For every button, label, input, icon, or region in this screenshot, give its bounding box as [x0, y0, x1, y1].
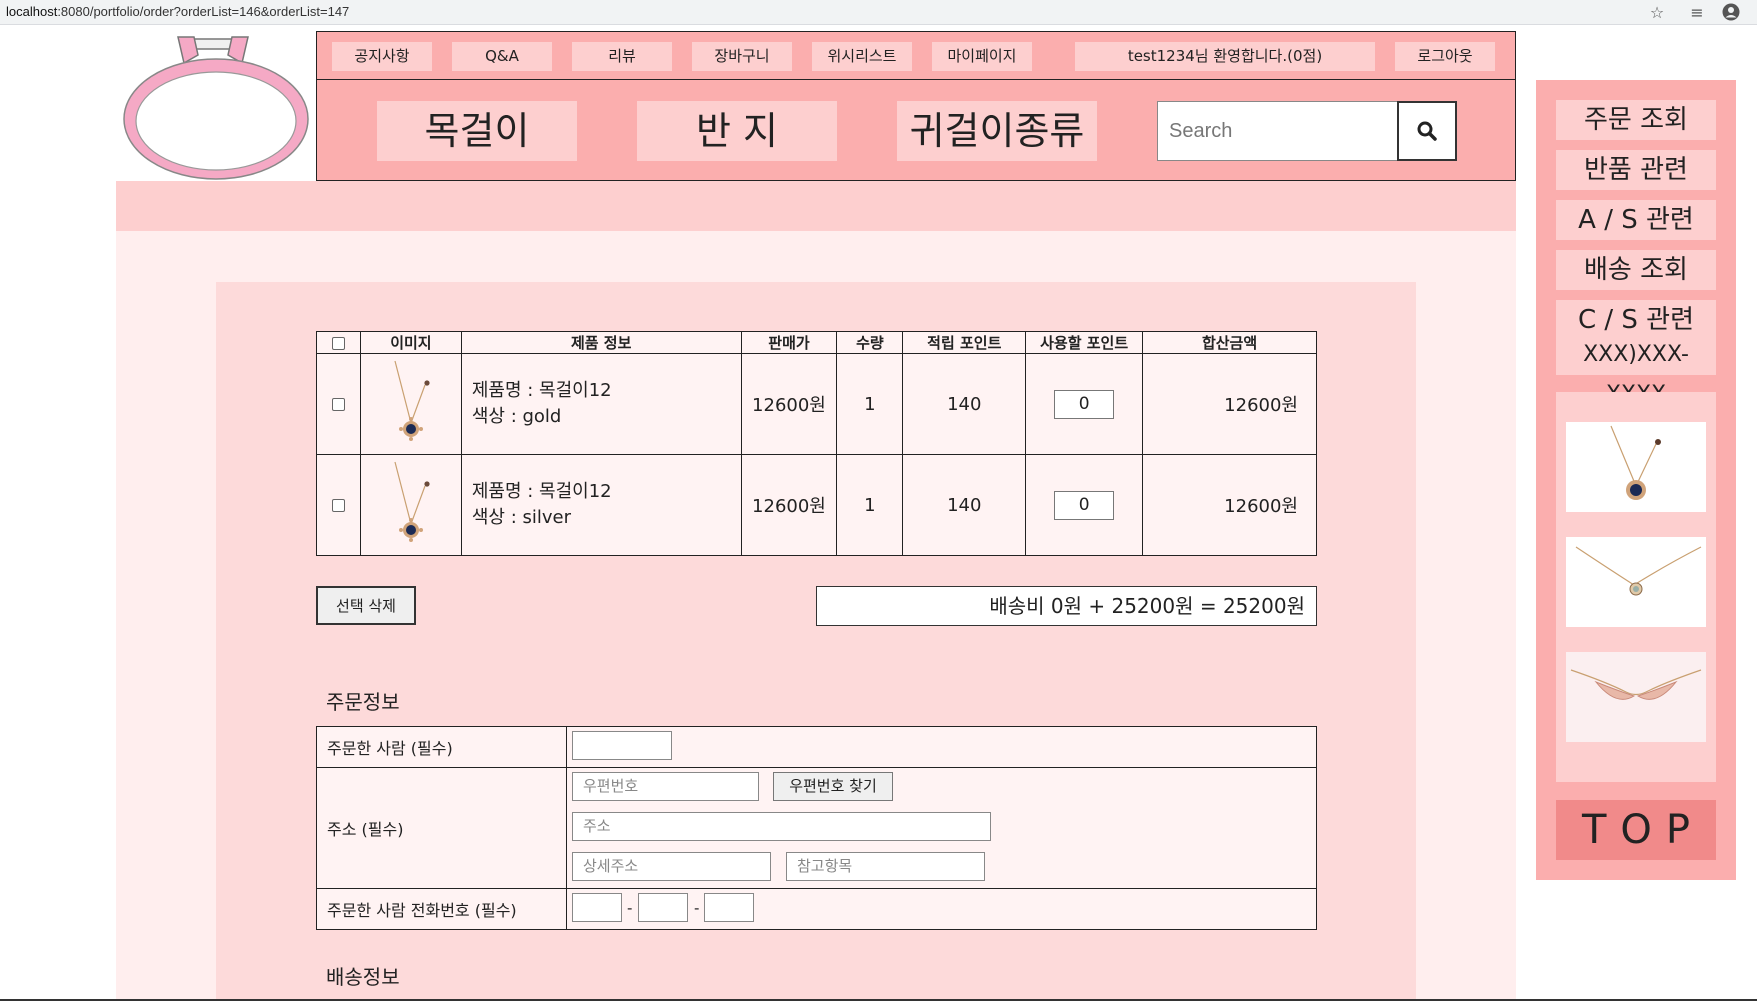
search-bar: [1157, 101, 1457, 161]
recent-product-thumb[interactable]: [1566, 652, 1706, 742]
delete-selected-button[interactable]: 선택 삭제: [316, 586, 416, 625]
nav-review[interactable]: 리뷰: [572, 42, 672, 71]
recent-product-thumb[interactable]: [1566, 422, 1706, 512]
col-total: 합산금액: [1142, 331, 1317, 354]
nav-qna[interactable]: Q&A: [452, 42, 552, 71]
url-host: localhost: [6, 4, 58, 19]
logout-button[interactable]: 로그아웃: [1395, 42, 1495, 71]
scroll-top-button[interactable]: TOP: [1556, 800, 1716, 860]
phone-part2-input[interactable]: [638, 893, 688, 922]
detail-address-input[interactable]: 상세주소: [572, 852, 771, 881]
phone-separator: -: [694, 899, 700, 917]
sidebar-item-order-lookup[interactable]: 주문 조회: [1556, 100, 1716, 140]
recent-product-thumb[interactable]: [1566, 537, 1706, 627]
address-input[interactable]: 주소: [572, 812, 991, 841]
form-row-phone: 주문한 사람 전화번호 (필수): [316, 888, 1317, 930]
product-info: 제품명 : 목걸이12 색상 : silver: [460, 454, 742, 556]
shipping-info-title: 배송정보: [326, 965, 400, 989]
phone-part1-input[interactable]: [572, 893, 622, 922]
order-total-summary: 배송비 0원 + 25200원 = 25200원: [816, 586, 1317, 626]
product-color: 색상 : silver: [471, 507, 571, 528]
col-product-info: 제품 정보: [460, 331, 742, 354]
row-select-cell: [316, 353, 361, 455]
top-nav: 공지사항 Q&A 리뷰 장바구니 위시리스트 마이페이지 test1234님 환…: [316, 31, 1516, 80]
row-select-cell: [316, 454, 361, 556]
find-postcode-button[interactable]: 우편번호 찾기: [773, 772, 893, 801]
col-image: 이미지: [359, 331, 462, 354]
url-text[interactable]: localhost:8080/portfolio/order?orderList…: [6, 4, 349, 19]
orderer-cell: [566, 726, 1317, 768]
product-qty: 1: [836, 353, 904, 455]
row-total: 12600원: [1142, 353, 1317, 455]
col-qty: 수량: [836, 331, 904, 354]
postcode-input[interactable]: 우편번호: [572, 772, 759, 801]
header-band: [116, 181, 1516, 231]
reading-list-icon[interactable]: ≡: [1687, 3, 1707, 23]
category-earring[interactable]: 귀걸이종류: [897, 101, 1097, 161]
product-image[interactable]: [359, 454, 462, 556]
table-row: 제품명 : 목걸이12 색상 : silver 12600원 1 140 0 1…: [316, 454, 1317, 556]
product-color: 색상 : gold: [471, 406, 562, 427]
orderer-name-input[interactable]: [572, 731, 672, 760]
use-points-input[interactable]: 0: [1054, 389, 1115, 419]
quick-sidebar: 주문 조회 반품 관련 A / S 관련 배송 조회 C / S 관련 XXX)…: [1536, 80, 1736, 880]
product-name: 제품명 : 목걸이12: [471, 380, 612, 401]
col-price: 판매가: [740, 331, 838, 354]
cart-table: 이미지 제품 정보 판매가 수량 적립 포인트 사용할 포인트 합산금액 제품명…: [316, 331, 1317, 556]
nav-wishlist[interactable]: 위시리스트: [812, 42, 912, 71]
product-image[interactable]: [359, 353, 462, 455]
form-row-orderer: 주문한 사람 (필수): [316, 726, 1317, 768]
welcome-text: test1234님 환영합니다.(0점): [1075, 42, 1375, 71]
sidebar-item-cs[interactable]: C / S 관련: [1556, 300, 1716, 340]
row-checkbox[interactable]: [331, 398, 345, 411]
nav-mypage[interactable]: 마이페이지: [932, 42, 1032, 71]
product-points: 140: [902, 454, 1027, 556]
col-use-points: 사용할 포인트: [1025, 331, 1144, 354]
use-points-cell: 0: [1025, 353, 1144, 455]
url-path: :8080/portfolio/order?orderList=146&orde…: [57, 4, 350, 19]
phone-label: 주문한 사람 전화번호 (필수): [316, 888, 567, 930]
category-ring[interactable]: 반 지: [637, 101, 837, 161]
category-nav: 목걸이 반 지 귀걸이종류: [316, 80, 1516, 181]
product-price: 12600원: [740, 454, 838, 556]
phone-separator: -: [627, 899, 633, 917]
product-info: 제품명 : 목걸이12 색상 : gold: [460, 353, 742, 455]
address-label: 주소 (필수): [316, 767, 567, 889]
row-checkbox[interactable]: [331, 499, 345, 512]
ring-logo[interactable]: [116, 33, 316, 183]
col-points: 적립 포인트: [902, 331, 1027, 354]
search-button[interactable]: [1397, 101, 1457, 161]
browser-address-bar[interactable]: localhost:8080/portfolio/order?orderList…: [0, 0, 1757, 25]
sidebar-item-returns[interactable]: 반품 관련: [1556, 150, 1716, 190]
bookmark-star-icon[interactable]: ☆: [1647, 3, 1667, 23]
extra-address-input[interactable]: 참고항목: [786, 852, 985, 881]
row-total: 12600원: [1142, 454, 1317, 556]
use-points-input[interactable]: 0: [1054, 490, 1115, 520]
orderer-label: 주문한 사람 (필수): [316, 726, 567, 768]
product-qty: 1: [836, 454, 904, 556]
nav-notice[interactable]: 공지사항: [332, 42, 432, 71]
nav-cart[interactable]: 장바구니: [692, 42, 792, 71]
table-row: 제품명 : 목걸이12 색상 : gold 12600원 1 140 0 126…: [316, 353, 1317, 455]
profile-icon[interactable]: [1721, 3, 1741, 23]
use-points-cell: 0: [1025, 454, 1144, 556]
sidebar-item-delivery[interactable]: 배송 조회: [1556, 250, 1716, 290]
select-all-checkbox[interactable]: [331, 336, 345, 350]
select-all-cell: [316, 331, 361, 354]
cs-phone: XXX)XXX-XXXX: [1556, 335, 1716, 407]
search-icon: [1417, 121, 1437, 141]
product-price: 12600원: [740, 353, 838, 455]
product-points: 140: [902, 353, 1027, 455]
sidebar-item-as[interactable]: A / S 관련: [1556, 200, 1716, 240]
order-info-title: 주문정보: [326, 690, 400, 714]
cart-header-row: 이미지 제품 정보 판매가 수량 적립 포인트 사용할 포인트 합산금액: [316, 331, 1317, 354]
search-input[interactable]: [1157, 101, 1398, 161]
phone-part3-input[interactable]: [704, 893, 754, 922]
recent-products: [1556, 392, 1716, 782]
product-name: 제품명 : 목걸이12: [471, 481, 612, 502]
category-necklace[interactable]: 목걸이: [377, 101, 577, 161]
